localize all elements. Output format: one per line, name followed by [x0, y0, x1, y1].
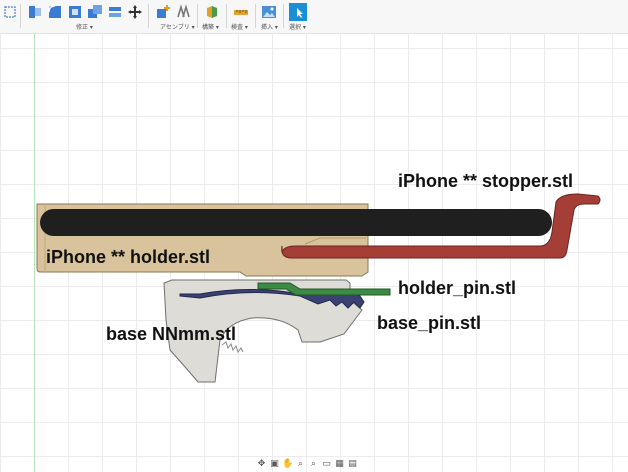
holder-pin-label: holder_pin.stl: [398, 278, 517, 298]
display-settings-icon[interactable]: ▭: [321, 459, 332, 470]
phone[interactable]: [40, 209, 552, 236]
stopper-label: iPhone ** stopper.stl: [398, 171, 574, 191]
zoom-window-icon[interactable]: ⌕: [308, 459, 319, 470]
base-pin-label: base_pin.stl: [377, 313, 482, 333]
grid-settings-icon[interactable]: ▦: [334, 459, 345, 470]
zoom-icon[interactable]: ⌕: [295, 459, 306, 470]
orbit-icon[interactable]: ✥: [256, 459, 267, 470]
base-label: base NNmm.stl: [106, 324, 237, 344]
pan-icon[interactable]: ✋: [282, 459, 293, 470]
navigation-bar: ✥ ▣ ✋ ⌕ ⌕ ▭ ▦ ▤: [256, 458, 370, 471]
look-at-icon[interactable]: ▣: [269, 459, 280, 470]
viewports-icon[interactable]: ▤: [347, 459, 358, 470]
model-view: [36, 193, 601, 383]
holder-label: iPhone ** holder.stl: [46, 247, 211, 267]
